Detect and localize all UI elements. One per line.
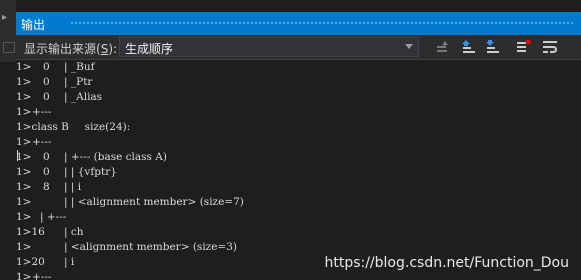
output-text-area[interactable]: 1> 0 | _Buf 1> 0 | _Ptr 1> 0 | _Alias 1> +--- 1… (16, 60, 581, 280)
titlebar-grip (70, 21, 575, 26)
source-label: 显示输出来源(S): (24, 42, 118, 56)
chevron-down-icon (405, 44, 413, 49)
output-source-value: 生成顺序 (125, 42, 174, 56)
output-line: 1> 0 | +--- (base class A) (16, 150, 167, 163)
toolbar-overflow-icon: ▸ (2, 12, 8, 23)
output-toolbar: 显示输出来源(S): 生成顺序 (16, 35, 581, 60)
left-panel-edge: ▸ (0, 0, 16, 62)
output-source-dropdown[interactable]: 生成顺序 (119, 37, 419, 57)
toggle-word-wrap-icon[interactable] (542, 39, 558, 55)
go-to-previous-message-icon[interactable] (434, 39, 450, 55)
clear-all-icon[interactable] (515, 39, 531, 55)
panel-edge-box (3, 42, 15, 53)
watermark: https://blog.csdn.net/Function_Dou (324, 255, 569, 271)
panel-title: 输出 (21, 18, 46, 32)
find-message-icon[interactable] (485, 39, 501, 55)
go-to-next-message-icon[interactable] (461, 39, 477, 55)
output-panel-titlebar[interactable]: 输出 (16, 12, 581, 35)
